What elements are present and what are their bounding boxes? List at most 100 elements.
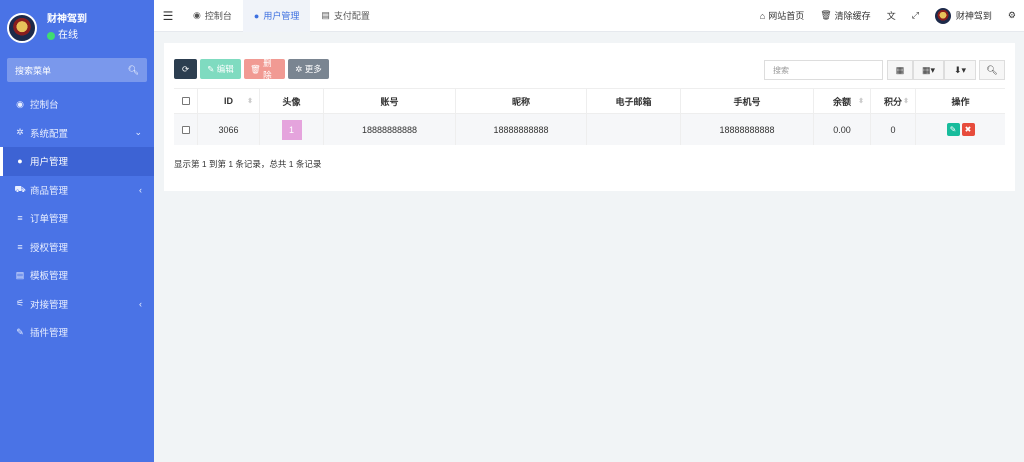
users-table: ID ⬍ 头像 账号 昵称 电子邮箱 手机号 余额 ⬍ 积分 ⬍ 操作 3066… — [174, 88, 1005, 145]
user-avatar[interactable]: 1 — [281, 119, 302, 140]
sidebar-item-user-management[interactable]: ● 用户管理 — [0, 147, 154, 176]
tab-label: 控制台 — [204, 11, 232, 21]
column-header-account: 账号 — [324, 89, 456, 113]
sidebar-item-dashboard[interactable]: ◉ 控制台 — [0, 90, 154, 119]
site-home-link[interactable]: ⌂ 网站首页 — [752, 9, 812, 22]
column-header-phone: 手机号 — [681, 89, 814, 113]
user-icon: ● — [253, 10, 260, 21]
sidebar-item-label: 订单管理 — [30, 214, 69, 226]
header-label: 头像 — [282, 96, 301, 107]
header-label: 账号 — [380, 96, 399, 107]
user-icon: ● — [17, 156, 23, 167]
row-select-cell — [174, 114, 198, 145]
header-label: ID — [224, 96, 233, 106]
user-menu[interactable]: 财神驾到 — [927, 7, 1000, 24]
search-icon: 🔍︎ — [986, 64, 998, 75]
cell-avatar: 1 — [260, 114, 324, 145]
cell-email — [587, 114, 681, 145]
pencil-icon: ✎ — [949, 125, 957, 134]
menu-search-placeholder: 搜索菜单 — [15, 65, 52, 76]
column-header-balance[interactable]: 余额 ⬍ — [814, 89, 871, 113]
sidebar-item-label: 授权管理 — [30, 242, 69, 254]
select-all-checkbox[interactable] — [181, 97, 190, 105]
delete-label: 删除 — [263, 58, 272, 80]
edit-button[interactable]: ✎ 编辑 — [200, 59, 241, 79]
cell-phone: 18888888888 — [681, 114, 814, 145]
tab-payment-config[interactable]: ▤ 支付配置 — [310, 0, 381, 32]
advanced-search-button[interactable]: 🔍︎ — [979, 60, 1005, 80]
sidebar-menu: ◉ 控制台 ✲ 系统配置 ⌄ ● 用户管理 ⛟ 商品管理 ‹ ≡ 订单管理 ≡ … — [0, 90, 154, 347]
language-icon[interactable]: 文 — [879, 9, 904, 22]
clear-cache-button[interactable]: 🗑︎ 清除缓存 — [812, 9, 878, 22]
delete-button[interactable]: 🗑︎ 删除 — [244, 58, 285, 80]
sliders-icon: ⚟ — [15, 298, 25, 309]
cell-account: 18888888888 — [324, 114, 456, 145]
online-status: 在线 — [47, 29, 87, 43]
cell-id: 3066 — [198, 114, 260, 145]
sidebar-item-goods-management[interactable]: ⛟ 商品管理 ‹ — [0, 176, 154, 205]
column-header-id[interactable]: ID ⬍ — [198, 89, 260, 113]
avatar — [934, 7, 951, 24]
avatar — [7, 13, 37, 43]
dashboard-icon: ◉ — [193, 10, 201, 20]
edit-label: 编辑 — [216, 64, 234, 74]
tab-dashboard[interactable]: ◉ 控制台 — [182, 0, 243, 32]
tab-label: 支付配置 — [333, 11, 370, 21]
chevron-left-icon: ‹ — [139, 184, 142, 195]
sidebar-item-label: 控制台 — [30, 100, 59, 112]
sidebar-item-integration-management[interactable]: ⚟ 对接管理 ‹ — [0, 290, 154, 319]
more-label: 更多 — [304, 64, 322, 74]
sidebar-item-label: 插件管理 — [30, 328, 69, 340]
list-icon: ≡ — [17, 241, 23, 252]
refresh-icon: ⟳ — [181, 63, 190, 74]
row-delete-button[interactable]: ✖ — [961, 123, 975, 136]
home-icon: ⌂ — [759, 10, 766, 21]
tab-user-management[interactable]: ● 用户管理 — [242, 0, 311, 32]
toggle-view-button[interactable]: ▦ — [887, 60, 913, 80]
sidebar-item-license-management[interactable]: ≡ 授权管理 — [0, 233, 154, 262]
table-toolbar: ⟳ ✎ 编辑 🗑︎ 删除 ✲ 更多 — [174, 58, 332, 80]
chevron-left-icon: ‹ — [139, 298, 142, 309]
status-label: 在线 — [58, 30, 78, 41]
trash-icon: 🗑︎ — [250, 63, 261, 74]
column-header-actions: 操作 — [916, 89, 1005, 113]
sort-icon: ⬍ — [858, 98, 864, 105]
gear-icon: ✲ — [16, 127, 24, 138]
cell-points: 0 — [871, 114, 916, 145]
sort-icon: ⬍ — [247, 98, 253, 105]
column-header-points[interactable]: 积分 ⬍ — [871, 89, 916, 113]
cell-balance: 0.00 — [814, 114, 871, 145]
menu-toggle-icon[interactable]: ☰ — [154, 9, 182, 23]
export-button[interactable]: ⬇▾ — [944, 60, 976, 80]
trash-icon: 🗑︎ — [820, 10, 832, 20]
header-label: 电子邮箱 — [615, 96, 652, 107]
template-icon: ▤ — [15, 269, 25, 280]
fullscreen-icon[interactable]: ⤢ — [904, 10, 927, 21]
search-icon[interactable]: 🔍︎ — [128, 65, 139, 76]
pencil-icon: ✎ — [207, 63, 215, 74]
cart-icon: ⛟ — [14, 183, 26, 194]
more-button[interactable]: ✲ 更多 — [288, 59, 329, 79]
refresh-button[interactable]: ⟳ — [174, 59, 197, 79]
sidebar-item-template-management[interactable]: ▤ 模板管理 — [0, 261, 154, 290]
row-checkbox[interactable] — [181, 125, 190, 134]
trash-icon: ✖ — [964, 125, 972, 134]
user-profile: 财神驾到 在线 — [0, 0, 154, 56]
table-view-icon: ▦ — [895, 64, 905, 75]
sidebar-item-system-config[interactable]: ✲ 系统配置 ⌄ — [0, 119, 154, 148]
table-row[interactable]: 3066 1 18888888888 18888888888 188888888… — [174, 114, 1005, 145]
sidebar-item-plugin-management[interactable]: ✎ 插件管理 — [0, 318, 154, 347]
settings-gear-icon[interactable]: ⚙ — [1000, 10, 1024, 21]
table-search-input[interactable]: 搜索 — [764, 60, 883, 80]
row-edit-button[interactable]: ✎ — [946, 123, 960, 136]
columns-button[interactable]: ▦▾ — [913, 60, 944, 80]
header-label: 昵称 — [511, 96, 530, 107]
menu-search-input[interactable]: 搜索菜单 🔍︎ — [7, 58, 147, 82]
gear-icon: ✲ — [295, 63, 303, 74]
search-placeholder: 搜索 — [773, 65, 789, 75]
header-label: 余额 — [832, 96, 851, 107]
sidebar: 财神驾到 在线 搜索菜单 🔍︎ ◉ 控制台 ✲ 系统配置 ⌄ ● 用户管理 ⛟ … — [0, 0, 154, 462]
sort-icon: ⬍ — [903, 98, 909, 105]
select-all-cell — [174, 89, 198, 113]
sidebar-item-order-management[interactable]: ≡ 订单管理 — [0, 204, 154, 233]
